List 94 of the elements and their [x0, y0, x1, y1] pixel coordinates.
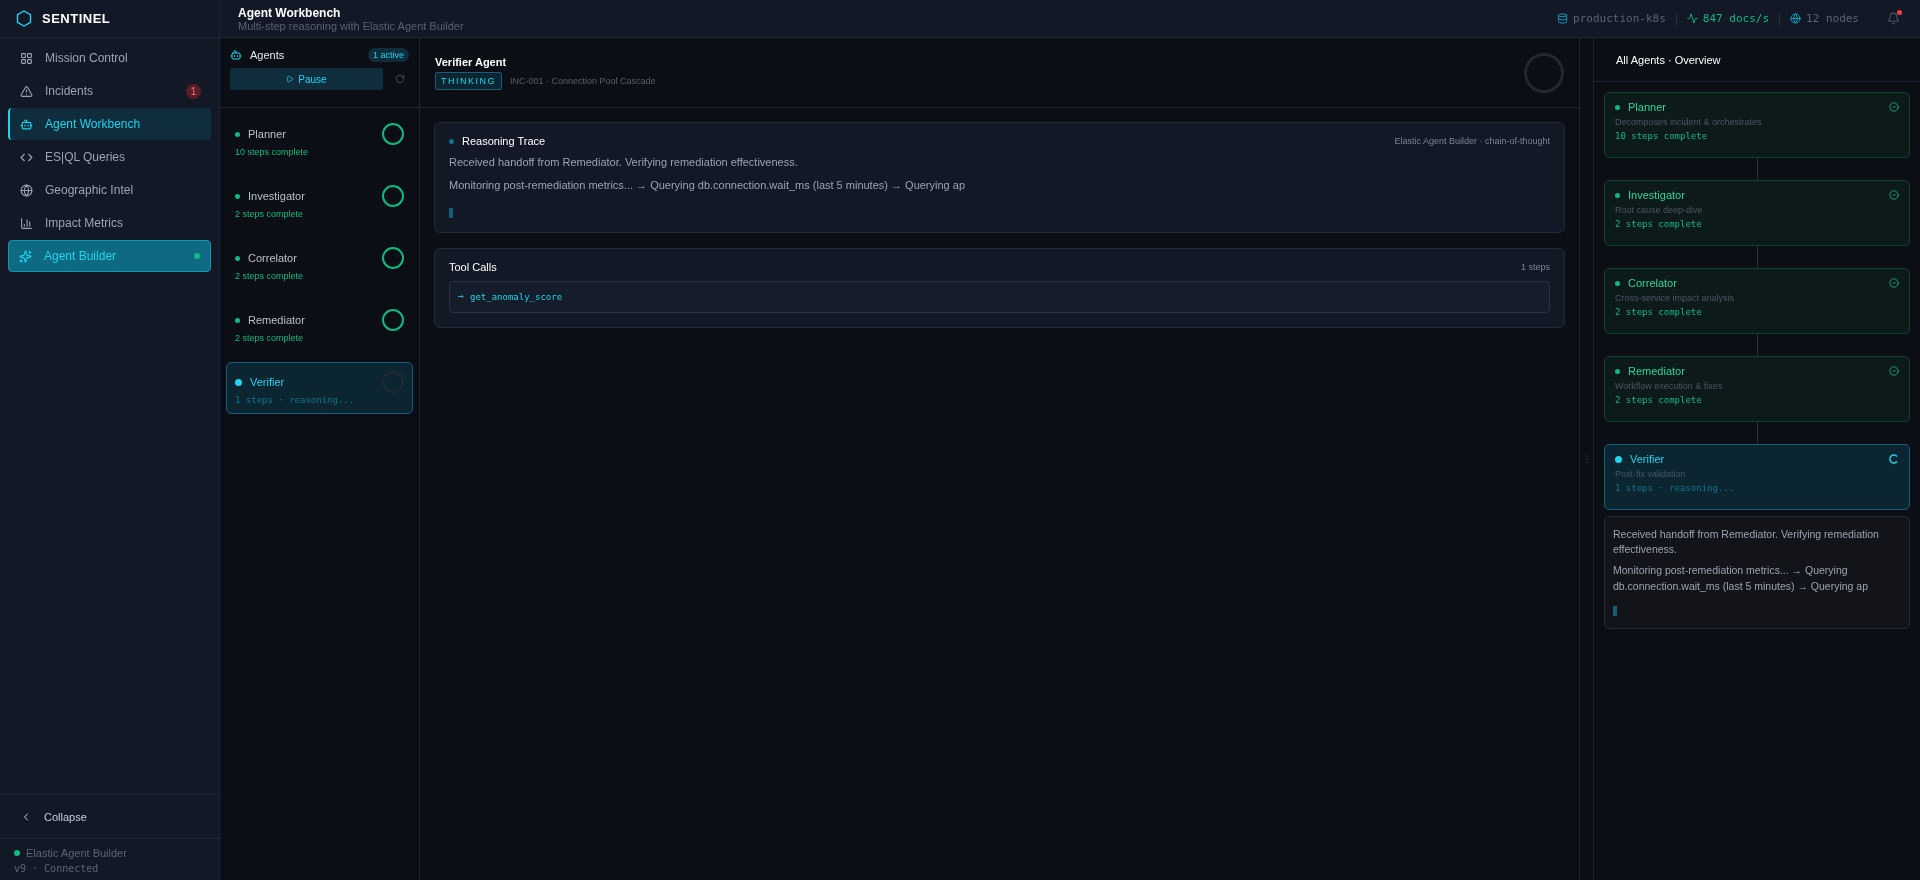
agent-name: Verifier: [250, 376, 286, 388]
agent-title: Verifier Agent: [435, 55, 508, 68]
nav-item[interactable]: Agent Builder: [8, 240, 211, 272]
hexagon-logo-icon: [16, 10, 32, 27]
status-dot: [1615, 192, 1620, 198]
agent-item[interactable]: Verifier 1 steps · reasoning...: [226, 362, 413, 414]
trace-source: Elastic Agent Builder · chain-of-thought: [1394, 136, 1550, 146]
agent-name: Correlator: [1628, 277, 1678, 289]
agent-description: Workflow execution & fixes: [1615, 381, 1724, 391]
agent-card[interactable]: Verifier Post-fix validation 1 steps · reasoning...: [1604, 444, 1910, 510]
play-icon: [286, 75, 295, 83]
page-subtitle: Multi-step reasoning with Elastic Agent Builder: [238, 19, 465, 32]
pause-button[interactable]: Pause: [230, 68, 383, 90]
agent-item[interactable]: Remediator 2 steps complete: [226, 300, 413, 352]
trace-line: Monitoring post-remediation metrics... → Querying db.connection.wait_ms (last 5 minutes) → Querying ap: [449, 178, 966, 194]
agent-steps: 2 steps complete: [235, 333, 404, 343]
agent-card[interactable]: Investigator Root cause deep-dive 2 steps complete: [1604, 180, 1910, 246]
agent-steps: 10 steps complete: [235, 147, 404, 157]
page-title: Agent Workbench: [238, 5, 342, 20]
connection-status: v9 · Connected: [14, 863, 100, 874]
status-dot: [1615, 104, 1620, 110]
throughput-value: 847 docs/s: [1702, 12, 1769, 25]
pulse-icon: [1686, 13, 1698, 24]
bar-chart-icon: [20, 216, 33, 230]
nav-item[interactable]: Agent Workbench: [8, 108, 211, 140]
nav-item[interactable]: Incidents 1: [8, 75, 211, 107]
agent-name: Investigator: [1628, 189, 1686, 201]
nav-item[interactable]: ES|QL Queries: [8, 141, 211, 173]
active-count-badge: 1 active: [367, 48, 409, 62]
sparkles-icon: [19, 249, 32, 263]
agent-steps: 2 steps complete: [1615, 307, 1899, 317]
status-dot: [1615, 455, 1622, 463]
trace-line: Monitoring post-remediation metrics... → Querying db.connection.wait_ms (last 5 minutes) → Querying ap: [1613, 563, 1870, 594]
reset-icon[interactable]: [395, 74, 405, 84]
warning-icon: [20, 84, 33, 98]
robot-icon: [20, 117, 33, 131]
tool-name: get_anomaly_score: [470, 291, 563, 302]
card-title: Tool Calls: [449, 260, 498, 273]
incident-context: INC-001 · Connection Pool Cascade: [510, 75, 656, 86]
globe-icon: [1790, 13, 1801, 24]
text-cursor: [449, 207, 453, 218]
step-count: 1 steps: [1520, 261, 1550, 272]
progress-ring: [1524, 52, 1564, 93]
robot-icon: [230, 49, 242, 61]
arrow-icon: [458, 294, 464, 300]
agent-name: Planner: [1628, 101, 1667, 113]
agent-card[interactable]: Planner Decomposes incident & orchestrates 10 steps complete: [1604, 92, 1910, 158]
text-cursor: [1613, 605, 1617, 616]
node-count: 12 nodes: [1806, 12, 1859, 25]
connection-name: Elastic Agent Builder: [26, 847, 127, 859]
agent-steps: 2 steps complete: [1615, 219, 1899, 229]
status-dot: [1615, 280, 1620, 286]
agent-card[interactable]: Correlator Cross-service impact analysis 2 steps complete: [1604, 268, 1910, 334]
agent-steps: 2 steps complete: [1615, 395, 1899, 405]
status-dot: [1615, 368, 1620, 374]
nav-item[interactable]: Mission Control: [8, 42, 211, 74]
panel-title: All Agents · Overview: [1616, 53, 1722, 66]
database-icon: [1557, 13, 1569, 24]
trace-line: Received handoff from Remediator. Verifying remediation effectiveness.: [1613, 527, 1880, 558]
grid-icon: [20, 51, 33, 65]
brand-name: SENTINEL: [42, 11, 111, 26]
agent-name: Verifier: [1630, 453, 1666, 465]
count-badge: 1: [186, 83, 201, 99]
agent-card[interactable]: Remediator Workflow execution & fixes 2 steps complete: [1604, 356, 1910, 422]
trace-dot: [449, 138, 454, 144]
agent-steps: 2 steps complete: [235, 271, 404, 281]
trace-line: Received handoff from Remediator. Verifying remediation effectiveness.: [449, 155, 799, 170]
agent-steps: 10 steps complete: [1615, 131, 1899, 141]
agent-item[interactable]: Investigator 2 steps complete: [226, 176, 413, 228]
agent-item[interactable]: Correlator 2 steps complete: [226, 238, 413, 290]
nav-item[interactable]: Impact Metrics: [8, 207, 211, 239]
agent-name: Correlator: [248, 252, 298, 264]
agent-steps: 2 steps complete: [235, 209, 404, 219]
panel-title: Agents: [250, 49, 286, 61]
agent-description: Post-fix validation: [1615, 469, 1687, 479]
agent-steps: 1 steps · reasoning...: [235, 395, 404, 405]
nav-item[interactable]: Geographic Intel: [8, 174, 211, 206]
agent-name: Planner: [248, 128, 287, 140]
agent-description: Cross-service impact analysis: [1615, 293, 1736, 303]
notifications-button[interactable]: [1887, 12, 1900, 25]
agent-description: Decomposes incident & orchestrates: [1615, 117, 1763, 127]
agent-name: Remediator: [1628, 365, 1686, 377]
globe-icon: [20, 183, 33, 197]
collapse-button[interactable]: Collapse: [0, 794, 219, 838]
cluster-name: production-k8s: [1573, 12, 1666, 25]
agent-description: Root cause deep-dive: [1615, 205, 1704, 215]
agent-name: Remediator: [248, 314, 306, 326]
card-title: Reasoning Trace: [462, 135, 547, 147]
agent-steps: 1 steps · reasoning...: [1615, 483, 1899, 493]
live-dot: [194, 253, 200, 259]
bell-icon: [1887, 12, 1900, 25]
agent-item[interactable]: Planner 10 steps complete: [226, 114, 413, 166]
agent-name: Investigator: [248, 190, 306, 202]
state-tag: THINKING: [435, 71, 502, 90]
